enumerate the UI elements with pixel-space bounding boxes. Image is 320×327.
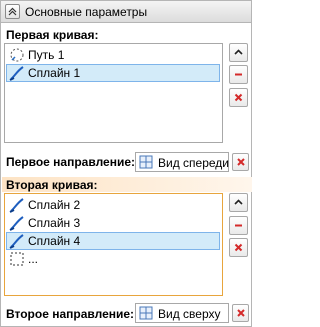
minus-icon bbox=[235, 224, 242, 227]
chevron-up-icon bbox=[234, 199, 243, 205]
minus-icon bbox=[235, 73, 242, 76]
chevron-up-icon bbox=[234, 49, 243, 55]
view-plane-icon bbox=[139, 155, 153, 169]
spline-icon bbox=[9, 198, 24, 213]
list-item-label: Путь 1 bbox=[28, 48, 65, 62]
close-icon bbox=[234, 243, 243, 252]
collapse-button[interactable] bbox=[5, 4, 20, 19]
close-icon bbox=[237, 158, 245, 166]
clear-list-button[interactable] bbox=[229, 238, 248, 257]
second-curve-label: Вторая кривая: bbox=[6, 178, 98, 192]
panel-title: Основные параметры bbox=[25, 5, 148, 19]
second-direction-clear-button[interactable] bbox=[232, 304, 249, 322]
panel-header[interactable]: Основные параметры bbox=[1, 1, 251, 23]
list-item[interactable]: Путь 1 bbox=[6, 46, 220, 64]
list-item-label: ... bbox=[28, 252, 39, 266]
close-icon bbox=[237, 309, 245, 317]
list-item[interactable]: Сплайн 3 bbox=[6, 214, 220, 232]
second-direction-label: Второе направление: bbox=[6, 307, 135, 321]
first-curve-label: Первая кривая: bbox=[6, 28, 99, 42]
remove-item-button[interactable] bbox=[229, 216, 248, 235]
view-plane-icon bbox=[139, 306, 153, 320]
list-item[interactable]: Сплайн 1 bbox=[6, 64, 220, 82]
remove-item-button[interactable] bbox=[229, 65, 248, 84]
move-up-button[interactable] bbox=[229, 193, 248, 212]
first-direction-value: Вид спереди bbox=[158, 156, 230, 170]
list-item[interactable]: Сплайн 4 bbox=[6, 232, 220, 250]
second-curve-list[interactable]: Сплайн 2 Сплайн 3 Сплайн 4 ... bbox=[4, 193, 223, 296]
spline-icon bbox=[9, 66, 24, 81]
first-curve-list[interactable]: Путь 1 Сплайн 1 bbox=[4, 43, 223, 143]
first-direction-label: Первое направление: bbox=[6, 155, 136, 169]
first-direction-field[interactable]: Вид спереди bbox=[135, 152, 229, 172]
second-direction-field[interactable]: Вид сверху bbox=[135, 303, 229, 323]
close-icon bbox=[234, 93, 243, 102]
list-item-label: Сплайн 3 bbox=[28, 216, 81, 230]
empty-selection-icon bbox=[10, 252, 24, 266]
chevron-up-icon bbox=[8, 7, 17, 16]
list-item-label: Сплайн 4 bbox=[28, 234, 81, 248]
second-direction-value: Вид сверху bbox=[158, 307, 221, 321]
spline-icon bbox=[9, 234, 24, 249]
main-parameters-panel: Основные параметры Первая кривая: Путь 1… bbox=[0, 0, 252, 327]
spline-icon bbox=[9, 216, 24, 231]
path-icon bbox=[10, 48, 24, 62]
first-direction-clear-button[interactable] bbox=[232, 153, 249, 171]
move-up-button[interactable] bbox=[229, 43, 248, 62]
list-item[interactable]: Сплайн 2 bbox=[6, 196, 220, 214]
list-item-label: Сплайн 1 bbox=[28, 66, 81, 80]
clear-list-button[interactable] bbox=[229, 88, 248, 107]
list-item-label: Сплайн 2 bbox=[28, 198, 81, 212]
list-item[interactable]: ... bbox=[6, 250, 220, 268]
